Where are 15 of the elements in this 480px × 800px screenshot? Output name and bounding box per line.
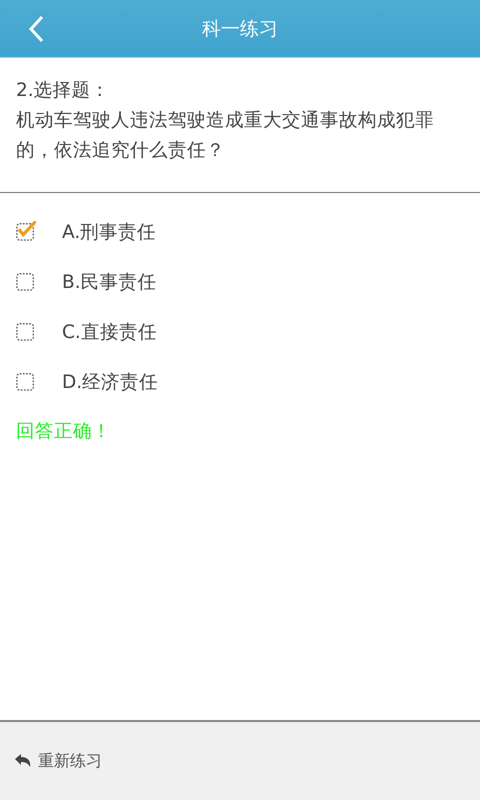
back-icon xyxy=(28,14,44,42)
undo-icon xyxy=(15,754,32,768)
checkbox[interactable] xyxy=(16,271,36,291)
option-label[interactable]: D.经济责任 xyxy=(62,368,158,394)
option-label[interactable]: C.直接责任 xyxy=(62,318,157,344)
checkbox[interactable] xyxy=(16,371,36,391)
screen-title: 科一练习 xyxy=(202,18,278,40)
restart-button[interactable]: 重新练习 xyxy=(15,750,102,772)
question-number: 2.选择题： xyxy=(16,79,111,103)
checked-checkbox[interactable] xyxy=(16,221,36,241)
option-label[interactable]: A.刑事责任 xyxy=(62,218,156,244)
feedback-message: 回答正确！ xyxy=(15,420,112,443)
question-text: 机动车驾驶人违法驾驶造成重大交通事故构成犯罪的，依法追究什么责任？ xyxy=(16,109,435,163)
checkbox[interactable] xyxy=(16,321,36,341)
option-label[interactable]: B.民事责任 xyxy=(62,268,157,294)
